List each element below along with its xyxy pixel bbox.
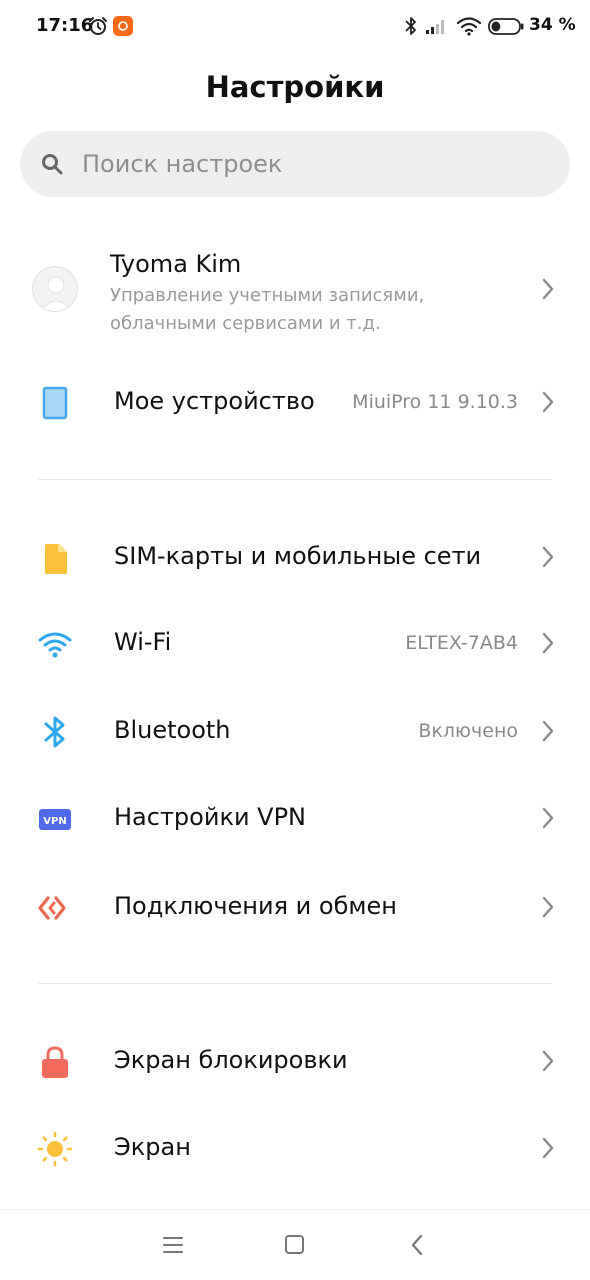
chevron-right-icon: [542, 546, 554, 568]
share-arrows-icon: [38, 896, 66, 920]
settings-item-label: Экран: [114, 1133, 191, 1161]
settings-item-label: Мое устройство: [114, 387, 315, 415]
alarm-clock-icon: [89, 17, 107, 35]
wifi-icon: [38, 632, 72, 658]
settings-item-connections[interactable]: Подключения и обмен: [0, 868, 590, 948]
section-divider: [38, 479, 552, 480]
chevron-right-icon: [542, 391, 554, 413]
chevron-right-icon: [542, 632, 554, 654]
notification-app-icon: [113, 16, 133, 36]
status-bar: 17:16 34 %: [0, 0, 590, 54]
account-subtitle: Управление учетными записями, облачными …: [110, 285, 425, 334]
chevron-right-icon: [542, 896, 554, 918]
bluetooth-status-icon: [405, 17, 416, 35]
wifi-status-icon: [456, 17, 482, 36]
settings-item-lock-screen[interactable]: Экран блокировки: [0, 1022, 590, 1102]
settings-item-label: Экран блокировки: [114, 1046, 348, 1074]
settings-item-label: SIM-карты и мобильные сети: [114, 542, 482, 570]
bluetooth-icon: [44, 716, 65, 748]
page-title: Настройки: [205, 70, 385, 104]
settings-item-value: Включено: [418, 720, 518, 742]
home-icon[interactable]: [285, 1235, 304, 1254]
battery-percent: 34 %: [529, 15, 576, 35]
battery-icon: [488, 18, 524, 35]
chevron-right-icon: [542, 1050, 554, 1072]
status-time: 17:16: [36, 15, 94, 36]
back-icon[interactable]: [410, 1234, 424, 1256]
settings-item-sim[interactable]: SIM-карты и мобильные сети: [0, 518, 590, 598]
settings-item-my-device[interactable]: Мое устройство MiuiPro 11 9.10.3: [0, 363, 590, 443]
settings-item-label: Настройки VPN: [114, 803, 307, 831]
tablet-icon: [42, 386, 68, 420]
sun-icon: [37, 1131, 73, 1167]
settings-item-label: Bluetooth: [114, 716, 231, 744]
settings-item-value: ELTEX-7AB4: [405, 632, 518, 654]
sim-card-icon: [45, 544, 67, 574]
chevron-right-icon: [542, 720, 554, 742]
chevron-right-icon: [542, 278, 554, 300]
section-divider: [38, 983, 552, 984]
lock-icon: [42, 1046, 68, 1078]
navigation-bar: [0, 1209, 590, 1280]
vpn-icon-text: VPN: [43, 816, 66, 827]
settings-item-bluetooth[interactable]: Bluetooth Включено: [0, 692, 590, 772]
settings-item-label: Wi-Fi: [114, 628, 172, 656]
avatar: [32, 266, 78, 312]
settings-item-value: MiuiPro 11 9.10.3: [352, 391, 518, 413]
account-name: Tyoma Kim: [110, 250, 242, 278]
account-row[interactable]: Tyoma Kim Управление учетными записями, …: [0, 230, 590, 348]
settings-item-wifi[interactable]: Wi-Fi ELTEX-7AB4: [0, 604, 590, 684]
user-silhouette-icon: [40, 276, 72, 311]
settings-item-label: Подключения и обмен: [114, 892, 397, 920]
search-input[interactable]: [82, 131, 542, 197]
search-bar[interactable]: [20, 131, 570, 197]
cell-signal-icon: [426, 20, 444, 34]
settings-item-display[interactable]: Экран: [0, 1109, 590, 1189]
chevron-right-icon: [542, 1137, 554, 1159]
search-icon: [42, 154, 63, 175]
menu-icon[interactable]: [163, 1236, 183, 1254]
chevron-right-icon: [542, 807, 554, 829]
vpn-icon: VPN: [39, 809, 71, 830]
settings-item-vpn[interactable]: VPN Настройки VPN: [0, 779, 590, 859]
